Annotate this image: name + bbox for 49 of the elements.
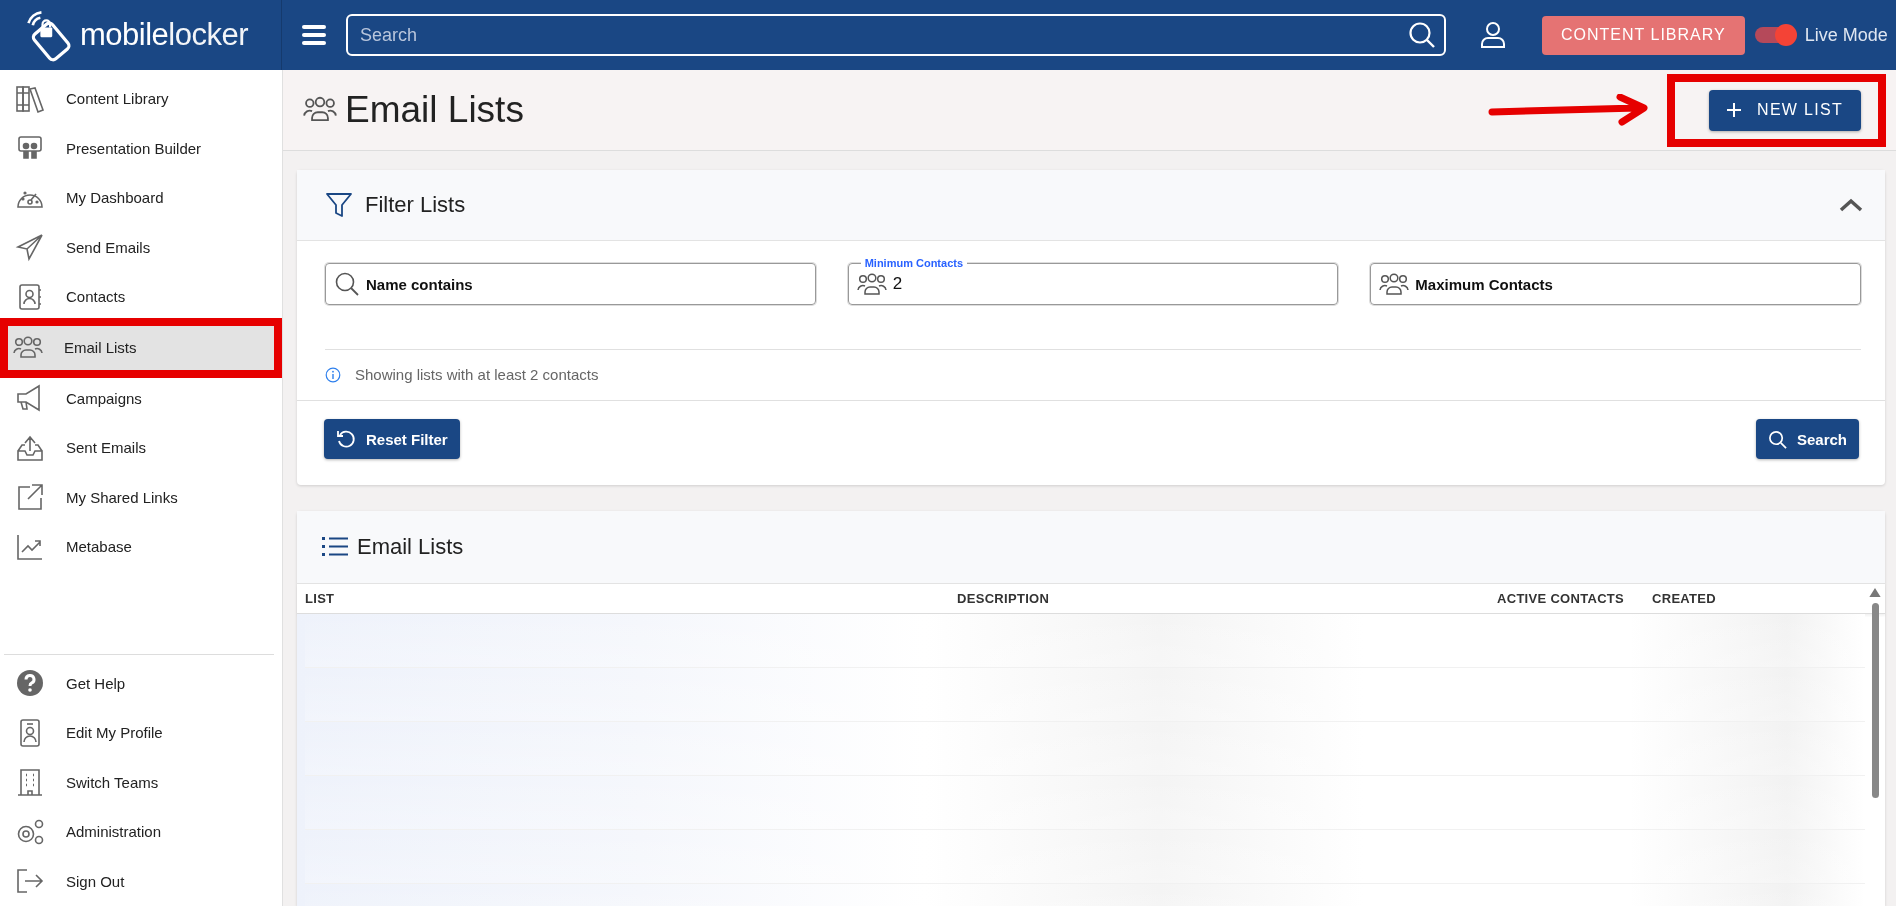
list-icon: [321, 535, 349, 559]
live-mode-label: Live Mode: [1804, 24, 1888, 46]
sidebar-item[interactable]: Campaigns: [2, 373, 280, 423]
sidebar-item[interactable]: Edit My Profile: [4, 708, 274, 758]
search-button[interactable]: Search: [1755, 419, 1859, 459]
sidebar-item[interactable]: Sent Emails: [2, 423, 280, 473]
logo-text: mobilelocker: [80, 17, 249, 53]
sidebar-item[interactable]: My Dashboard: [2, 173, 280, 223]
building-icon: [15, 767, 45, 798]
help-icon: [15, 668, 45, 699]
sidebar-item[interactable]: Sign Out: [4, 856, 274, 906]
user-icon[interactable]: [1480, 21, 1506, 49]
sidebar-item[interactable]: Get Help: [4, 658, 274, 708]
sidebar-item[interactable]: Metabase: [2, 522, 280, 572]
sidebar-item[interactable]: Contacts: [2, 272, 280, 322]
info-text: Showing lists with at least 2 contacts: [355, 366, 599, 383]
page-title: Email Lists: [345, 89, 524, 131]
sidebar-item[interactable]: Presentation Builder: [2, 123, 280, 173]
people-icon: [1379, 271, 1410, 297]
sidebar-item[interactable]: My Shared Links: [2, 472, 280, 522]
sidebar-item[interactable]: Send Emails: [2, 222, 280, 272]
plane-icon: [15, 232, 45, 263]
reset-filter-button[interactable]: Reset Filter: [324, 419, 460, 459]
column-header[interactable]: DESCRIPTION: [957, 591, 1497, 606]
menu-icon[interactable]: [302, 25, 326, 45]
card-title: Email Lists: [357, 534, 464, 560]
sidebar-item[interactable]: Email Lists: [8, 325, 274, 370]
new-list-button[interactable]: NEW LIST: [1709, 89, 1861, 131]
filter-icon: [325, 191, 353, 219]
sidebar-item[interactable]: Administration: [4, 807, 274, 857]
live-mode-toggle[interactable]: [1754, 27, 1795, 43]
search-icon: [1767, 429, 1787, 449]
scroll-up-icon[interactable]: [1869, 588, 1881, 597]
books-icon: [15, 83, 45, 114]
reset-icon: [336, 429, 356, 449]
people-icon: [856, 271, 887, 297]
sidebar-item[interactable]: Content Library: [2, 74, 280, 124]
info-icon: [325, 366, 341, 383]
card-title: Filter Lists: [365, 192, 466, 218]
search-icon: [334, 271, 360, 297]
column-header[interactable]: LIST: [305, 591, 957, 606]
column-header[interactable]: CREATED: [1652, 591, 1716, 606]
share-icon: [15, 482, 45, 513]
sidebar-item[interactable]: Switch Teams: [4, 757, 274, 807]
search-icon[interactable]: [1408, 21, 1436, 49]
column-header[interactable]: ACTIVE CONTACTS: [1497, 591, 1652, 606]
plus-icon: [1727, 103, 1742, 117]
collapse-icon[interactable]: [1839, 198, 1863, 212]
search-field[interactable]: Search: [346, 14, 1446, 56]
